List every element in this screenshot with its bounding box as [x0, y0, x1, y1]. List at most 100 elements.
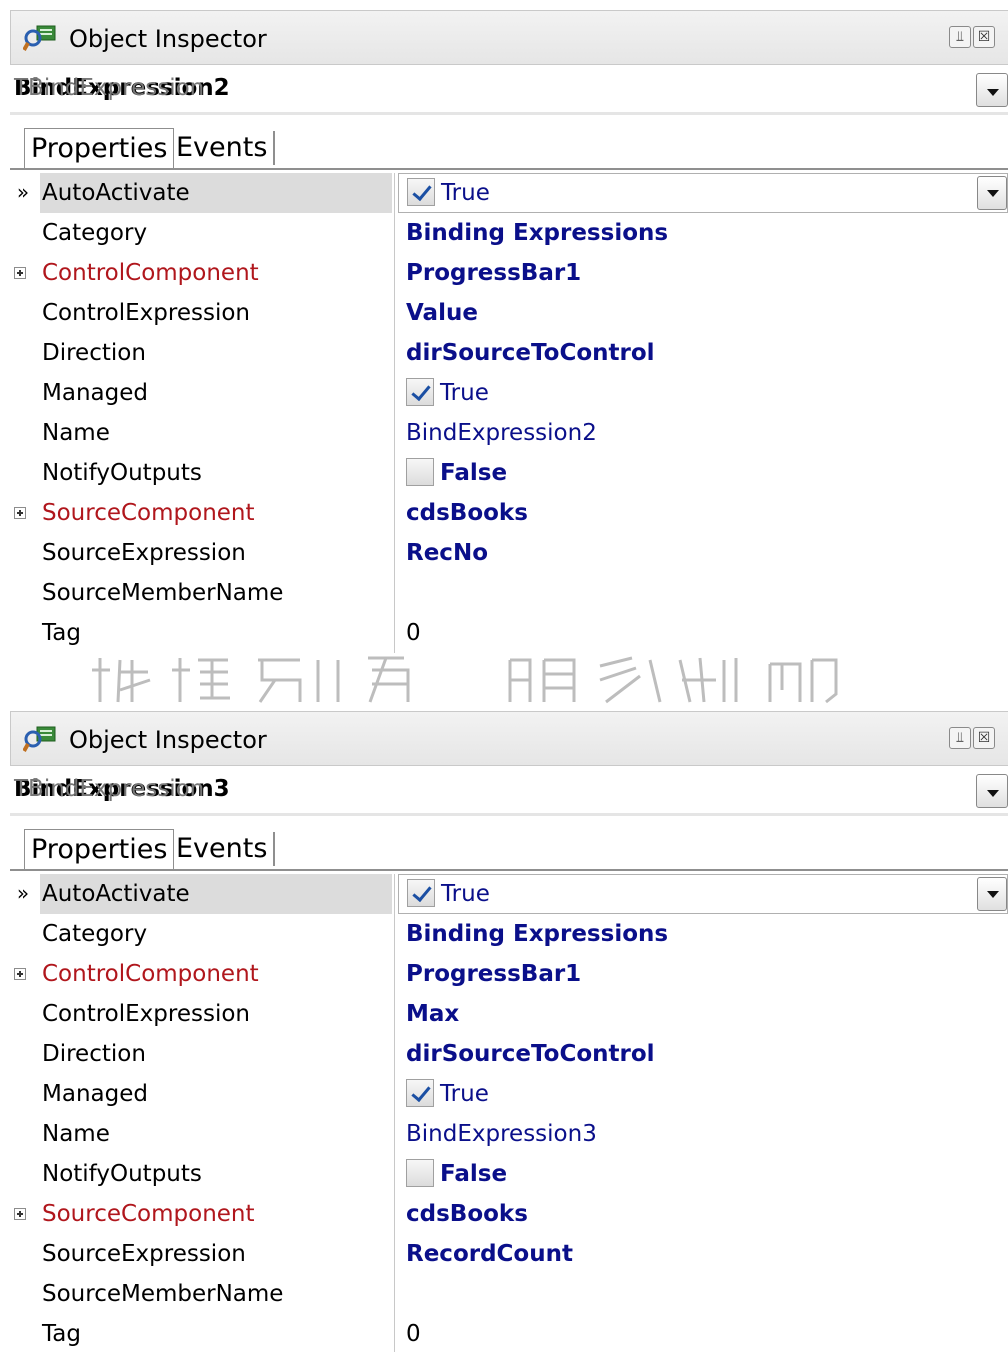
property-row[interactable]: Tag 0 [10, 613, 1008, 653]
property-name[interactable]: Category [40, 914, 392, 954]
property-name[interactable]: NotifyOutputs [40, 1154, 392, 1194]
pin-icon[interactable]: ⫫ [949, 26, 971, 48]
property-value[interactable]: Binding Expressions [406, 914, 1008, 954]
property-name[interactable]: Tag [40, 1314, 392, 1352]
property-value[interactable]: ProgressBar1 [406, 253, 1008, 293]
property-value[interactable]: cdsBooks [406, 1194, 1008, 1234]
property-row[interactable]: SourceComponent cdsBooks [10, 1194, 1008, 1234]
property-row[interactable]: Name BindExpression3 [10, 1114, 1008, 1154]
property-name[interactable]: SourceMemberName [40, 573, 392, 613]
property-name[interactable]: Tag [40, 613, 392, 653]
property-name[interactable]: Name [40, 1114, 392, 1154]
tab-events[interactable]: Events [170, 832, 276, 866]
property-value[interactable]: Value [406, 293, 1008, 333]
property-name[interactable]: Direction [40, 333, 392, 373]
property-value-editor[interactable]: True [398, 874, 1008, 914]
property-row[interactable]: ControlComponent ProgressBar1 [10, 253, 1008, 293]
property-name[interactable]: NotifyOutputs [40, 453, 392, 493]
tab-properties[interactable]: Properties [24, 829, 175, 869]
property-row[interactable]: ControlExpression Max [10, 994, 1008, 1034]
checkbox[interactable] [407, 878, 435, 907]
property-value[interactable] [406, 573, 1008, 613]
property-row[interactable]: » AutoActivate True [10, 874, 1008, 914]
property-value[interactable]: ProgressBar1 [406, 954, 1008, 994]
property-value-text: False [440, 1161, 508, 1187]
chevron-down-icon[interactable] [976, 73, 1008, 107]
property-name[interactable]: AutoActivate [40, 874, 392, 914]
property-row[interactable]: Managed True [10, 1074, 1008, 1114]
plus-box-icon[interactable] [14, 968, 26, 980]
property-row[interactable]: SourceMemberName [10, 573, 1008, 613]
tab-events[interactable]: Events [170, 131, 276, 165]
property-row[interactable]: SourceComponent cdsBooks [10, 493, 1008, 533]
property-name[interactable]: ControlComponent [40, 253, 392, 293]
property-row[interactable]: ControlExpression Value [10, 293, 1008, 333]
property-row[interactable]: Direction dirSourceToControl [10, 333, 1008, 373]
property-value[interactable]: RecordCount [406, 1234, 1008, 1274]
property-row[interactable]: Tag 0 [10, 1314, 1008, 1352]
checkbox[interactable] [406, 1078, 434, 1107]
chevron-down-icon[interactable] [977, 877, 1007, 911]
property-row[interactable]: SourceMemberName [10, 1274, 1008, 1314]
tab-bar: Properties Events [10, 128, 1008, 170]
property-value[interactable]: dirSourceToControl [406, 1034, 1008, 1074]
property-row[interactable]: Name BindExpression2 [10, 413, 1008, 453]
chevron-down-icon[interactable] [976, 774, 1008, 808]
property-row[interactable]: Managed True [10, 373, 1008, 413]
property-name[interactable]: Name [40, 413, 392, 453]
property-name[interactable]: AutoActivate [40, 173, 392, 213]
property-name[interactable]: SourceExpression [40, 533, 392, 573]
property-row[interactable]: SourceExpression RecNo [10, 533, 1008, 573]
property-value[interactable]: BindExpression2 [406, 413, 1008, 453]
property-name[interactable]: SourceMemberName [40, 1274, 392, 1314]
checkbox[interactable] [406, 377, 434, 406]
property-row[interactable]: Category Binding Expressions [10, 914, 1008, 954]
property-value[interactable]: Binding Expressions [406, 213, 1008, 253]
object-selector[interactable]: BindExpression2 TBindExpression [14, 73, 1008, 107]
property-value[interactable]: RecNo [406, 533, 1008, 573]
property-value-editor[interactable]: True [398, 173, 1008, 213]
checkbox[interactable] [407, 177, 435, 206]
checkbox[interactable] [406, 1158, 434, 1187]
object-selector[interactable]: BindExpression3 TBindExpression [14, 774, 1008, 808]
property-name[interactable]: SourceComponent [40, 1194, 392, 1234]
property-value[interactable]: True [406, 1074, 1008, 1114]
property-row[interactable]: NotifyOutputs False [10, 453, 1008, 493]
property-value[interactable]: 0 [406, 1314, 1008, 1352]
property-name[interactable]: Direction [40, 1034, 392, 1074]
chevron-down-icon[interactable] [977, 176, 1007, 210]
property-value[interactable]: dirSourceToControl [406, 333, 1008, 373]
property-name[interactable]: Category [40, 213, 392, 253]
property-name[interactable]: ControlExpression [40, 994, 392, 1034]
pin-icon[interactable]: ⫫ [949, 727, 971, 749]
property-name[interactable]: SourceExpression [40, 1234, 392, 1274]
property-value[interactable]: True [406, 373, 1008, 413]
property-value[interactable] [406, 1274, 1008, 1314]
close-icon[interactable]: ☒ [973, 727, 995, 749]
property-row[interactable]: SourceExpression RecordCount [10, 1234, 1008, 1274]
plus-box-icon[interactable] [14, 267, 26, 279]
property-row[interactable]: » AutoActivate True [10, 173, 1008, 213]
property-value[interactable]: False [406, 1154, 1008, 1194]
property-value[interactable]: Max [406, 994, 1008, 1034]
tab-properties[interactable]: Properties [24, 128, 175, 168]
property-name[interactable]: Managed [40, 373, 392, 413]
property-value[interactable]: True [407, 874, 967, 914]
plus-box-icon[interactable] [14, 1208, 26, 1220]
property-value[interactable]: True [407, 173, 967, 213]
property-row[interactable]: Direction dirSourceToControl [10, 1034, 1008, 1074]
close-icon[interactable]: ☒ [973, 26, 995, 48]
property-row[interactable]: NotifyOutputs False [10, 1154, 1008, 1194]
property-value[interactable]: BindExpression3 [406, 1114, 1008, 1154]
property-row[interactable]: ControlComponent ProgressBar1 [10, 954, 1008, 994]
property-value[interactable]: 0 [406, 613, 1008, 653]
property-name[interactable]: ControlComponent [40, 954, 392, 994]
property-name[interactable]: Managed [40, 1074, 392, 1114]
property-name[interactable]: SourceComponent [40, 493, 392, 533]
property-row[interactable]: Category Binding Expressions [10, 213, 1008, 253]
checkbox[interactable] [406, 457, 434, 486]
property-value[interactable]: cdsBooks [406, 493, 1008, 533]
plus-box-icon[interactable] [14, 507, 26, 519]
property-value[interactable]: False [406, 453, 1008, 493]
property-name[interactable]: ControlExpression [40, 293, 392, 333]
